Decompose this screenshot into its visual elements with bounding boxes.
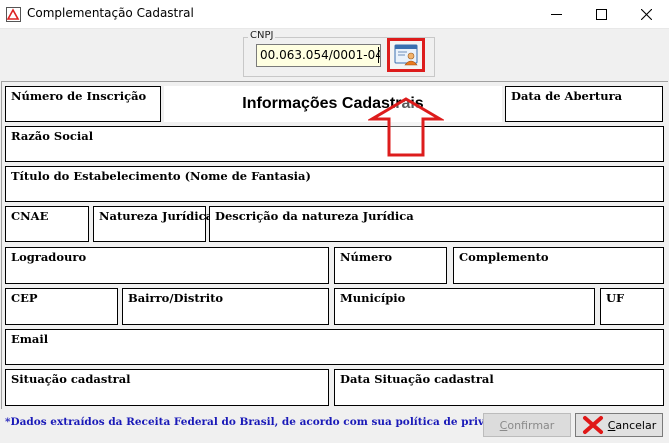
uf-label: UF xyxy=(606,291,625,305)
titulo-estabelecimento-label: Título do Estabelecimento (Nome de Fanta… xyxy=(11,169,311,183)
cep-field: CEP xyxy=(5,288,118,325)
numero-inscricao-field: Número de Inscrição xyxy=(5,86,161,122)
id-card-person-icon xyxy=(394,44,418,66)
window-title: Complementação Cadastral xyxy=(27,6,194,20)
confirm-button[interactable]: Confirmar xyxy=(483,413,571,437)
privacy-footnote: *Dados extraídos da Receita Federal do B… xyxy=(5,416,534,428)
cnpj-input[interactable]: 00.063.054/0001-04 xyxy=(256,44,381,67)
situacao-label: Situação cadastral xyxy=(11,372,131,386)
red-x-icon xyxy=(582,416,603,434)
data-abertura-field: Data de Abertura xyxy=(505,86,663,122)
descricao-natureza-field: Descrição da natureza Jurídica xyxy=(209,206,664,242)
cnae-field: CNAE xyxy=(5,206,89,242)
razao-social-field: Razão Social xyxy=(5,126,664,162)
maximize-button[interactable] xyxy=(579,0,624,29)
uf-field: UF xyxy=(600,288,664,325)
complemento-field: Complemento xyxy=(453,247,664,284)
logradouro-field: Logradouro xyxy=(5,247,329,284)
close-button[interactable] xyxy=(624,0,669,29)
natureza-juridica-field: Natureza Jurídica xyxy=(93,206,213,242)
highlight-arrow-icon xyxy=(368,97,444,157)
razao-social-label: Razão Social xyxy=(11,129,94,143)
titulo-estabelecimento-field: Título do Estabelecimento (Nome de Fanta… xyxy=(5,166,664,202)
data-situacao-field: Data Situação cadastral xyxy=(334,369,664,406)
cnae-label: CNAE xyxy=(11,209,49,223)
close-icon xyxy=(641,9,652,20)
text-caret xyxy=(378,47,379,63)
bairro-field: Bairro/Distrito xyxy=(122,288,329,325)
cnpj-label: CNPJ xyxy=(248,30,276,41)
municipio-label: Município xyxy=(340,291,406,305)
natureza-juridica-label: Natureza Jurídica xyxy=(99,209,214,223)
situacao-field: Situação cadastral xyxy=(5,369,329,406)
title-bar[interactable]: Complementação Cadastral xyxy=(0,0,669,29)
cancel-label: ancelar xyxy=(615,418,657,432)
consult-cnpj-button[interactable] xyxy=(387,38,425,72)
minimize-button[interactable] xyxy=(534,0,579,29)
app-icon xyxy=(6,7,21,22)
cep-label: CEP xyxy=(11,291,38,305)
email-field: Email xyxy=(5,329,664,365)
municipio-field: Município xyxy=(334,288,595,325)
data-abertura-label: Data de Abertura xyxy=(511,89,623,103)
numero-field: Número xyxy=(334,247,447,284)
email-label: Email xyxy=(11,332,49,346)
minimize-icon xyxy=(551,14,562,15)
complemento-label: Complemento xyxy=(459,250,549,264)
logradouro-label: Logradouro xyxy=(11,250,87,264)
data-situacao-label: Data Situação cadastral xyxy=(340,372,494,386)
bairro-label: Bairro/Distrito xyxy=(128,291,224,305)
descricao-natureza-label: Descrição da natureza Jurídica xyxy=(215,209,414,223)
confirm-label: onfirmar xyxy=(507,418,555,432)
maximize-icon xyxy=(596,9,607,20)
numero-label: Número xyxy=(340,250,393,264)
info-title: Informações Cadastrais xyxy=(164,86,502,122)
cancel-button[interactable]: Cancelar xyxy=(575,413,663,437)
numero-inscricao-label: Número de Inscrição xyxy=(11,89,147,103)
